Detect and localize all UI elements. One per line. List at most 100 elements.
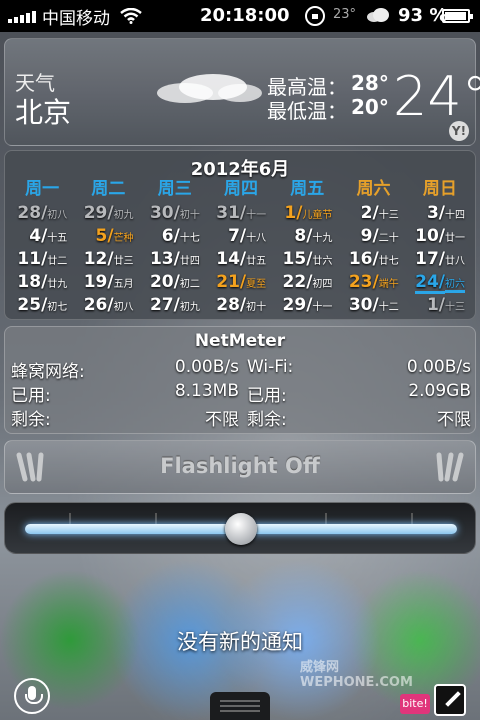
bite-app-icon[interactable]: bite! [400,694,430,714]
signal-strength-icon [8,9,36,23]
calendar-lunar-date: 廿七 [378,256,399,267]
calendar-day[interactable]: 19/五月 [75,270,141,293]
calendar-day[interactable]: 31/十一 [208,201,274,224]
calendar-day-number: 16/ [348,249,379,269]
calendar-day-number: 31/ [216,203,247,223]
calendar-day-number: 7/ [228,226,247,246]
calendar-day[interactable]: 11/廿二 [9,247,75,270]
calendar-lunar-date: 初六 [444,279,465,292]
calendar-day[interactable]: 9/二十 [340,224,406,247]
calendar-day-number: 14/ [216,249,247,269]
calendar-day-number: 23/ [348,272,379,292]
netmeter-widget[interactable]: NetMeter 蜂窝网络: 0.00B/s Wi-Fi: 0.00B/s 已用… [4,326,476,434]
calendar-day[interactable]: 16/廿七 [340,247,406,270]
calendar-day[interactable]: 7/十八 [208,224,274,247]
calendar-lunar-date: 廿四 [179,256,200,267]
calendar-day[interactable]: 18/廿九 [9,270,75,293]
netmeter-row-remaining: 剩余: 不限 剩余: 不限 [11,405,471,430]
calendar-day[interactable]: 1/十三 [407,293,473,316]
current-temperature: 24° [393,65,480,128]
calendar-day[interactable]: 4/十五 [9,224,75,247]
calendar-day-number: 21/ [216,272,247,292]
flashlight-toggle[interactable]: Flashlight Off [4,440,476,494]
brightness-slider[interactable] [4,502,476,554]
calendar-lunar-date: 初九 [113,210,134,221]
calendar-day-number: 2/ [360,203,379,223]
calendar-lunar-date: 十八 [246,233,267,244]
calendar-lunar-date: 十三 [378,210,399,221]
calendar-day-number: 18/ [17,272,48,292]
calendar-day-number: 3/ [426,203,445,223]
calendar-day[interactable]: 28/初十 [208,293,274,316]
status-temperature: 23° [333,7,357,22]
calendar-day[interactable]: 30/十二 [340,293,406,316]
calendar-day-number: 17/ [415,249,445,269]
calendar-lunar-date: 初七 [47,302,68,313]
microphone-icon[interactable] [14,678,50,714]
calendar-day[interactable]: 28/初八 [9,201,75,224]
calendar-day[interactable]: 22/初四 [274,270,340,293]
calendar-lunar-date: 初二 [179,279,200,290]
calendar-day[interactable]: 29/初九 [75,201,141,224]
calendar-day-number: 9/ [360,226,379,246]
calendar-day[interactable]: 10/廿一 [407,224,473,247]
calendar-day[interactable]: 30/初十 [142,201,208,224]
calendar-day[interactable]: 3/十四 [407,201,473,224]
calendar-widget[interactable]: 2012年6月 周一 周二 周三 周四 周五 周六 周日 28/初八 29/初九 30/初十 31/… [4,150,476,320]
calendar-lunar-date: 廿一 [444,233,465,244]
calendar-day[interactable]: 6/十七 [142,224,208,247]
calendar-day[interactable]: 5/芒种 [75,224,141,247]
cellular-label: 蜂窝网络: [11,362,85,382]
low-temp-label: 最低温： [267,99,347,123]
calendar-day-number: 5/ [95,226,114,246]
calendar-day-number: 1/ [426,295,445,315]
calendar-weekday: 周三 [157,179,192,199]
drag-handle[interactable] [210,692,270,720]
calendar-day[interactable]: 29/十一 [274,293,340,316]
calendar-day-number: 29/ [282,295,313,315]
cloud-icon [157,74,262,103]
calendar-day-number: 22/ [282,272,313,292]
calendar-day-number: 28/ [216,295,247,315]
calendar-day[interactable]: 14/廿五 [208,247,274,270]
wifi-icon [120,8,142,24]
calendar-day-number: 11/ [17,249,48,269]
calendar-lunar-date: 初十 [179,210,200,221]
yahoo-icon[interactable]: Y! [449,121,469,141]
calendar-day[interactable]: 8/十九 [274,224,340,247]
calendar-lunar-date: 初八 [47,210,68,221]
calendar-day[interactable]: 15/廿六 [274,247,340,270]
slider-knob[interactable] [225,513,257,545]
calendar-day[interactable]: 26/初八 [75,293,141,316]
netmeter-title: NetMeter [194,331,286,351]
calendar-lunar-date: 十一 [246,210,267,221]
calendar-grid: 周一 周二 周三 周四 周五 周六 周日 28/初八 29/初九 30/初十 31/十一 1/儿童节 2… [9,177,473,316]
calendar-lunar-date: 廿六 [312,256,333,267]
weather-widget[interactable]: 天气 北京 最高温： 28° 最低温： 20° 24° Y! [4,38,480,146]
wifi-value: 0.00B/s [406,357,471,377]
calendar-day-number: 24/ [415,272,445,294]
calendar-lunar-date: 端午 [378,279,399,290]
calendar-lunar-date: 廿三 [113,256,134,267]
calendar-day[interactable]: 2/十三 [340,201,406,224]
calendar-day-number: 4/ [29,226,48,246]
calendar-day[interactable]: 13/廿四 [142,247,208,270]
calendar-day[interactable]: 27/初九 [142,293,208,316]
calendar-day[interactable]: 21/夏至 [208,270,274,293]
calendar-day-number: 15/ [282,249,313,269]
calendar-day[interactable]: 25/初七 [9,293,75,316]
calendar-day[interactable]: 17/廿八 [407,247,473,270]
calendar-lunar-date: 十五 [47,233,68,244]
wifi-remaining-value: 不限 [437,410,471,430]
wifi-label: Wi-Fi: [247,357,294,377]
calendar-lunar-date: 十三 [444,302,465,313]
calendar-day[interactable]: 20/初二 [142,270,208,293]
calendar-day-number: 1/ [284,203,303,223]
calendar-day-number: 12/ [83,249,114,269]
calendar-day[interactable]: 23/端午 [340,270,406,293]
calendar-lunar-date: 十七 [179,233,200,244]
calendar-day[interactable]: 12/廿三 [75,247,141,270]
compose-icon[interactable] [434,684,466,716]
calendar-day[interactable]: 1/儿童节 [274,201,340,224]
calendar-day[interactable]: 24/初六 [407,270,473,294]
